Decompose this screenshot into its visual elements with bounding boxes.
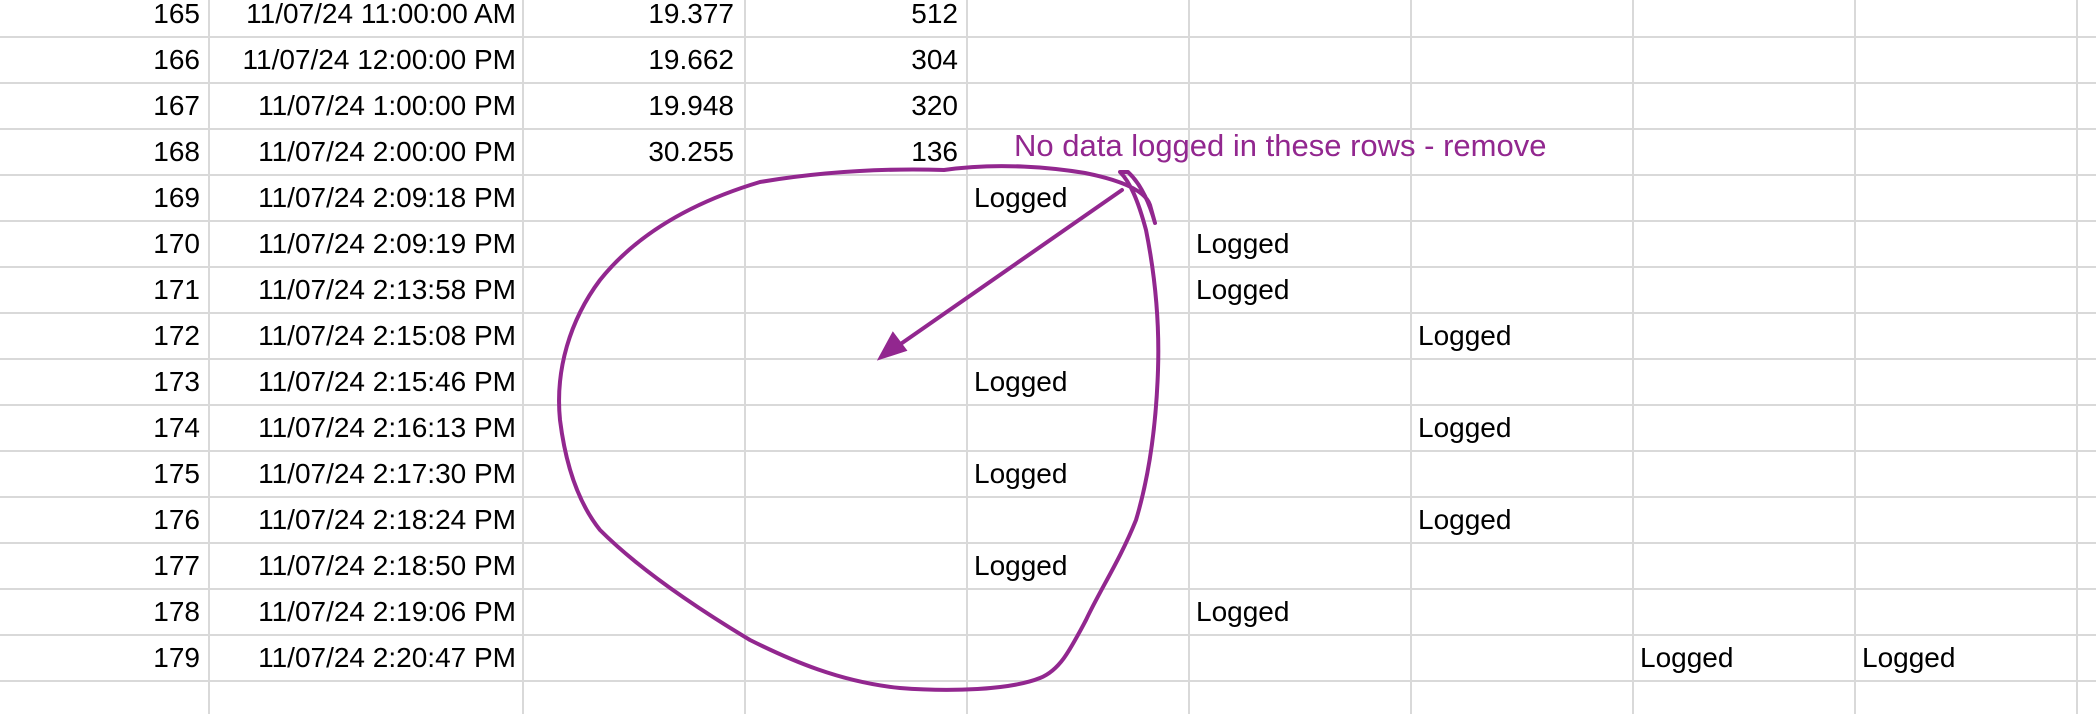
row-number-cell[interactable]: 173 bbox=[0, 359, 206, 405]
count-cell[interactable]: 512 bbox=[744, 0, 966, 37]
row-number-cell[interactable]: 167 bbox=[0, 83, 206, 129]
timestamp-cell[interactable]: 11/07/24 12:00:00 PM bbox=[208, 37, 520, 83]
count-cell[interactable] bbox=[744, 267, 966, 313]
value-cell[interactable]: 19.948 bbox=[522, 83, 742, 129]
count-cell[interactable] bbox=[744, 405, 966, 451]
row-number-cell[interactable]: 176 bbox=[0, 497, 206, 543]
grid-column-line bbox=[1632, 0, 1634, 714]
timestamp-cell[interactable]: 11/07/24 2:13:58 PM bbox=[208, 267, 520, 313]
value-cell[interactable] bbox=[522, 451, 742, 497]
value-cell[interactable] bbox=[522, 589, 742, 635]
spreadsheet-grid[interactable]: 165 11/07/24 11:00:00 AM 19.377 512 166 11/07… bbox=[0, 0, 2096, 714]
value-cell[interactable] bbox=[522, 497, 742, 543]
timestamp-cell[interactable]: 11/07/24 2:00:00 PM bbox=[208, 129, 520, 175]
count-cell[interactable] bbox=[744, 451, 966, 497]
value-cell[interactable] bbox=[522, 267, 742, 313]
row-number-cell[interactable]: 179 bbox=[0, 635, 206, 681]
timestamp-cell[interactable]: 11/07/24 11:00:00 AM bbox=[208, 0, 520, 37]
value-cell[interactable] bbox=[522, 359, 742, 405]
value-cell[interactable]: 19.662 bbox=[522, 37, 742, 83]
row-number-cell[interactable]: 175 bbox=[0, 451, 206, 497]
value-cell[interactable] bbox=[522, 313, 742, 359]
count-cell[interactable] bbox=[744, 313, 966, 359]
row-number-cell[interactable]: 168 bbox=[0, 129, 206, 175]
timestamp-cell[interactable]: 11/07/24 2:09:19 PM bbox=[208, 221, 520, 267]
logged-cell[interactable]: Logged bbox=[1188, 589, 1410, 635]
logged-cell[interactable]: Logged bbox=[1632, 635, 1854, 681]
logged-cell[interactable]: Logged bbox=[966, 175, 1188, 221]
row-number-cell[interactable]: 166 bbox=[0, 37, 206, 83]
timestamp-cell[interactable]: 11/07/24 2:17:30 PM bbox=[208, 451, 520, 497]
logged-cell[interactable]: Logged bbox=[966, 359, 1188, 405]
timestamp-cell[interactable]: 11/07/24 2:18:50 PM bbox=[208, 543, 520, 589]
timestamp-cell[interactable]: 11/07/24 2:15:08 PM bbox=[208, 313, 520, 359]
logged-cell[interactable]: Logged bbox=[1410, 405, 1632, 451]
value-cell[interactable] bbox=[522, 221, 742, 267]
timestamp-cell[interactable]: 11/07/24 2:20:47 PM bbox=[208, 635, 520, 681]
grid-column-line bbox=[966, 0, 968, 714]
row-number-cell[interactable]: 174 bbox=[0, 405, 206, 451]
row-number-cell[interactable]: 177 bbox=[0, 543, 206, 589]
count-cell[interactable]: 304 bbox=[744, 37, 966, 83]
row-number-cell[interactable]: 169 bbox=[0, 175, 206, 221]
value-cell[interactable] bbox=[522, 635, 742, 681]
count-cell[interactable]: 320 bbox=[744, 83, 966, 129]
count-cell[interactable] bbox=[744, 221, 966, 267]
value-cell[interactable] bbox=[522, 543, 742, 589]
count-cell[interactable] bbox=[744, 589, 966, 635]
timestamp-cell[interactable]: 11/07/24 2:09:18 PM bbox=[208, 175, 520, 221]
row-number-cell[interactable]: 171 bbox=[0, 267, 206, 313]
logged-cell[interactable]: Logged bbox=[1188, 267, 1410, 313]
count-cell[interactable] bbox=[744, 635, 966, 681]
grid-column-line bbox=[2076, 0, 2078, 714]
row-number-cell[interactable]: 170 bbox=[0, 221, 206, 267]
logged-cell[interactable]: Logged bbox=[1854, 635, 2076, 681]
logged-cell[interactable]: Logged bbox=[966, 543, 1188, 589]
annotation-note: No data logged in these rows - remove bbox=[1014, 128, 1547, 163]
value-cell[interactable] bbox=[522, 175, 742, 221]
row-number-cell[interactable]: 172 bbox=[0, 313, 206, 359]
value-cell[interactable]: 19.377 bbox=[522, 0, 742, 37]
row-number-cell[interactable]: 165 bbox=[0, 0, 206, 37]
count-cell[interactable] bbox=[744, 175, 966, 221]
row-number-cell[interactable]: 178 bbox=[0, 589, 206, 635]
logged-cell[interactable]: Logged bbox=[1410, 313, 1632, 359]
logged-cell[interactable]: Logged bbox=[1410, 497, 1632, 543]
logged-cell[interactable]: Logged bbox=[966, 451, 1188, 497]
timestamp-cell[interactable]: 11/07/24 2:15:46 PM bbox=[208, 359, 520, 405]
value-cell[interactable]: 30.255 bbox=[522, 129, 742, 175]
value-cell[interactable] bbox=[522, 405, 742, 451]
grid-column-line bbox=[1854, 0, 1856, 714]
count-cell[interactable]: 136 bbox=[744, 129, 966, 175]
timestamp-cell[interactable]: 11/07/24 1:00:00 PM bbox=[208, 83, 520, 129]
count-cell[interactable] bbox=[744, 497, 966, 543]
timestamp-cell[interactable]: 11/07/24 2:19:06 PM bbox=[208, 589, 520, 635]
timestamp-cell[interactable]: 11/07/24 2:16:13 PM bbox=[208, 405, 520, 451]
count-cell[interactable] bbox=[744, 359, 966, 405]
count-cell[interactable] bbox=[744, 543, 966, 589]
logged-cell[interactable]: Logged bbox=[1188, 221, 1410, 267]
timestamp-cell[interactable]: 11/07/24 2:18:24 PM bbox=[208, 497, 520, 543]
